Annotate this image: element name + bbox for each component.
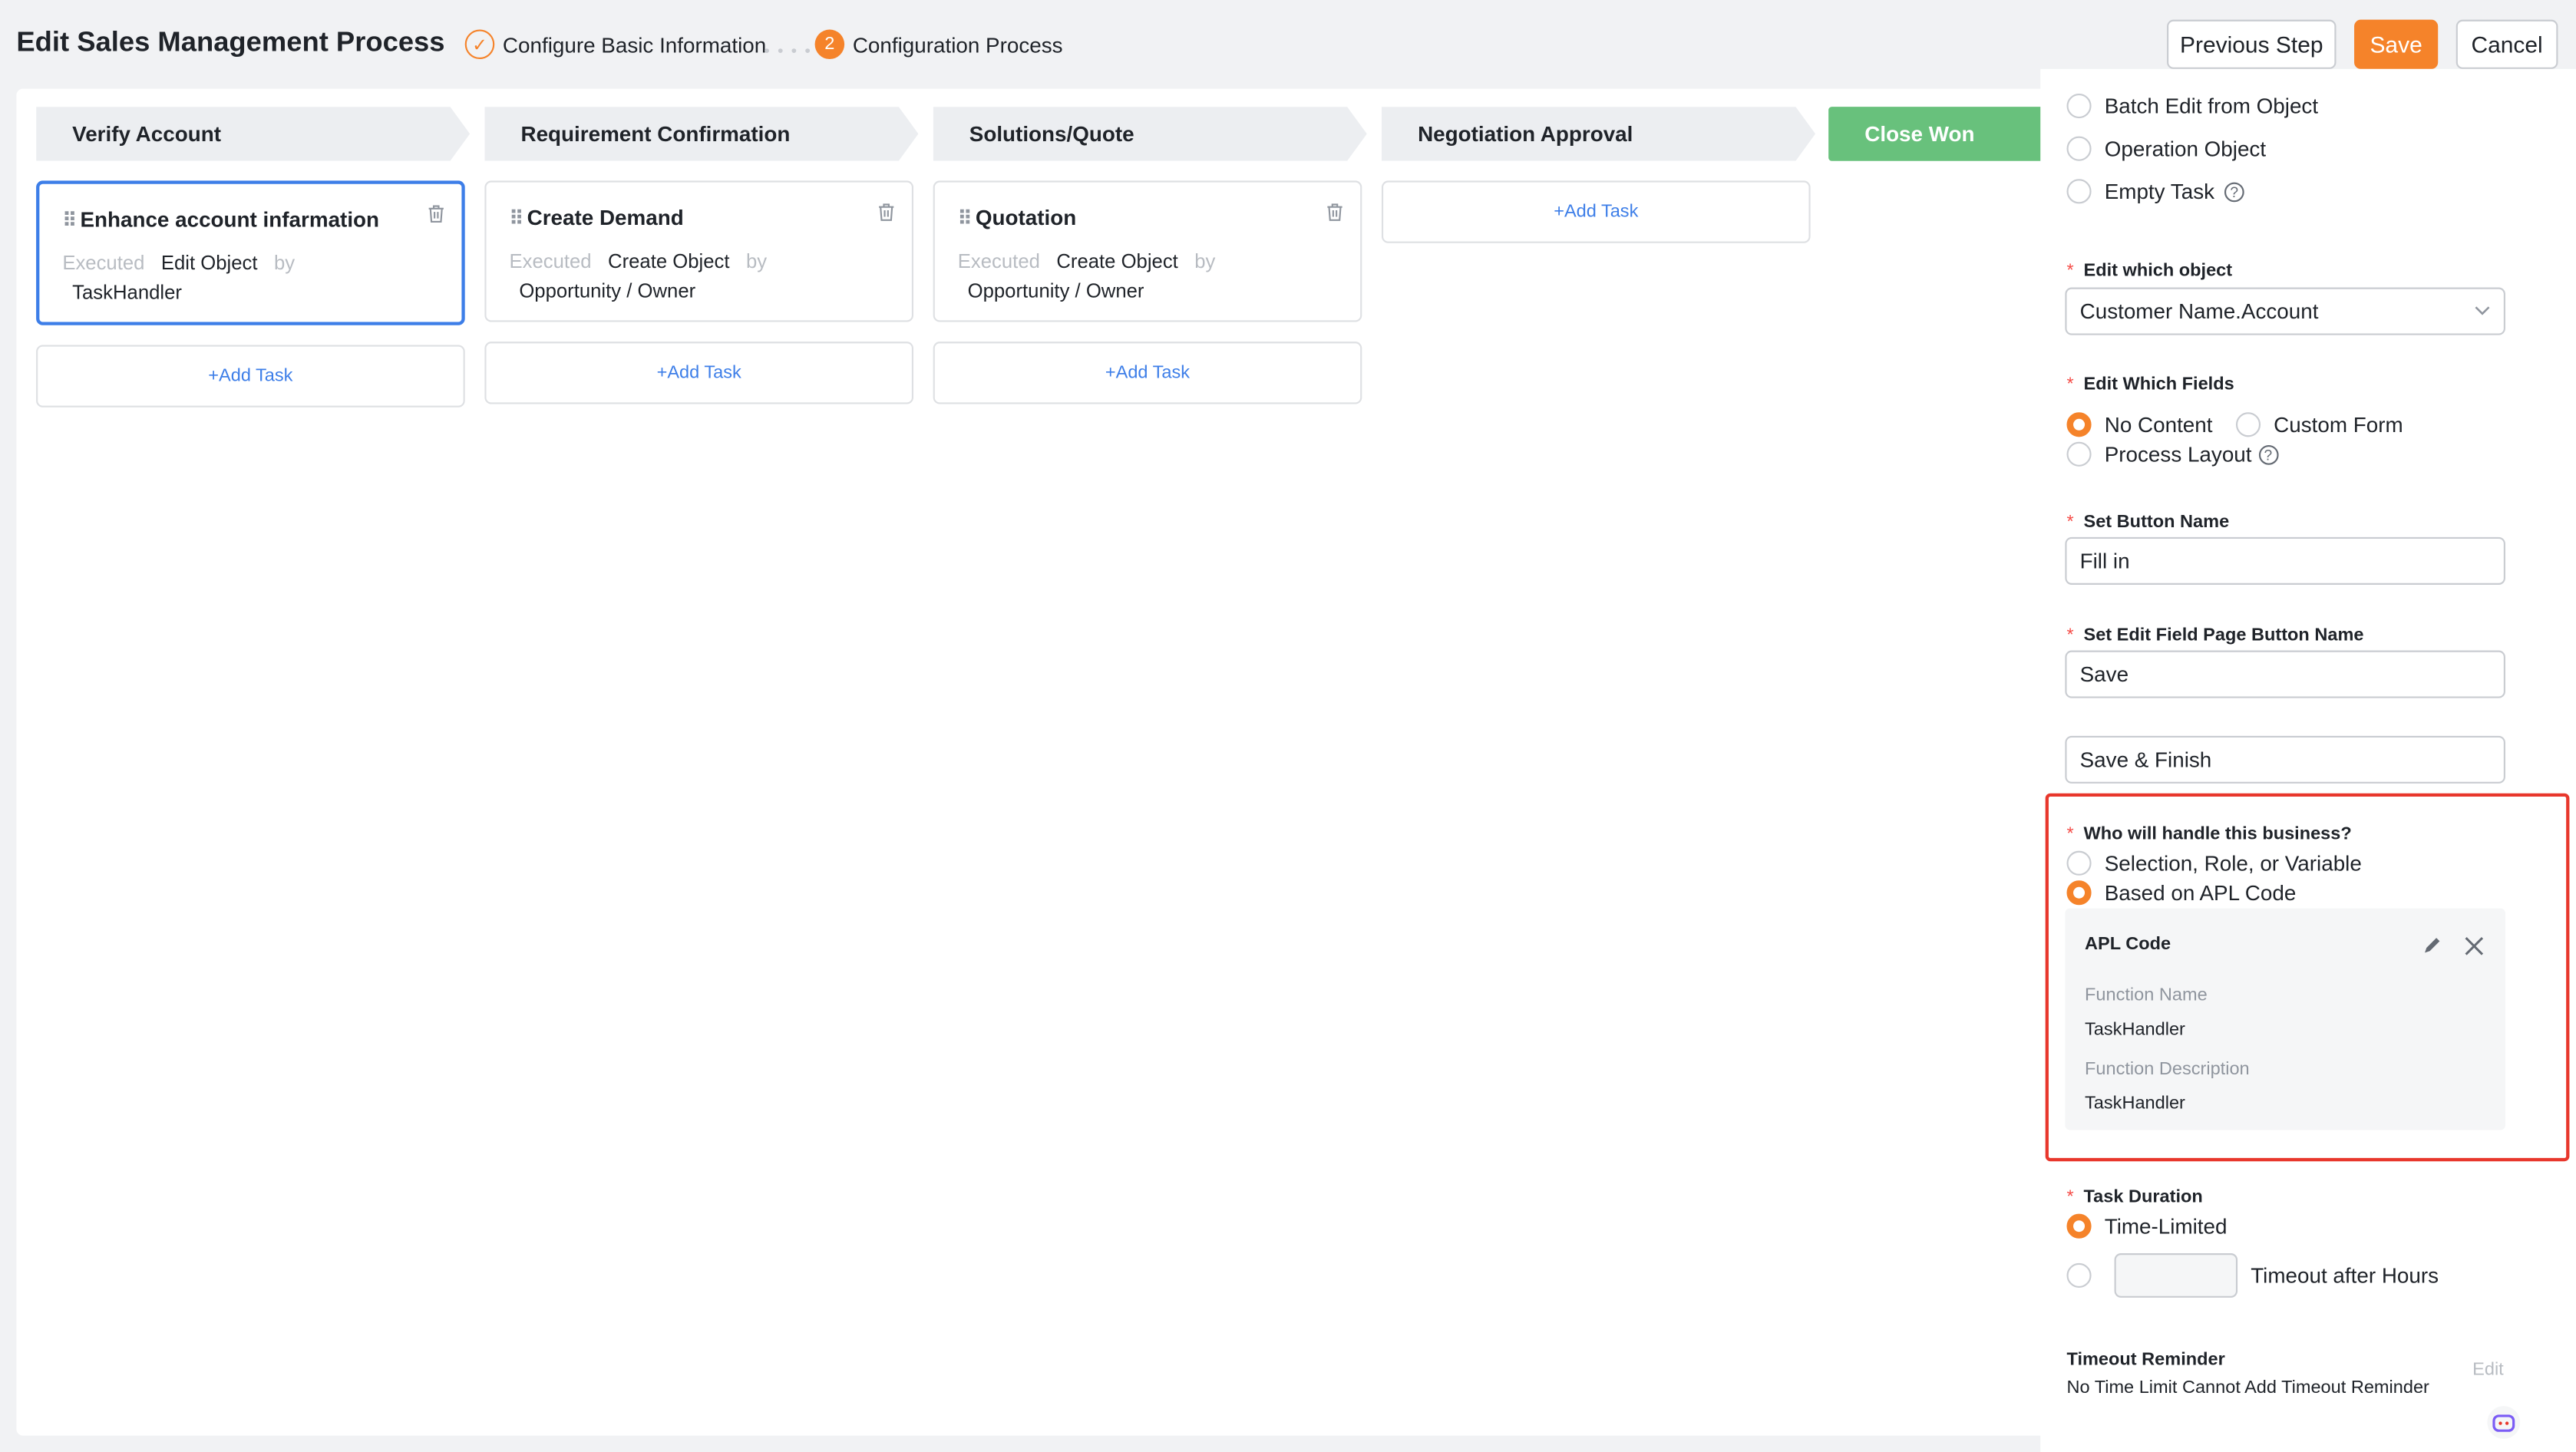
edit-page-button-label: * Set Edit Field Page Button Name: [2066, 625, 2364, 646]
task-type-empty-task[interactable]: Empty Task?: [2066, 179, 2244, 204]
radio[interactable]: [2235, 412, 2261, 437]
radio-selected[interactable]: [2066, 412, 2092, 437]
assistant-bot-icon[interactable]: [2485, 1404, 2522, 1440]
task-card-quotation[interactable]: ⠿ Quotation Executed Create Object by Op…: [933, 180, 1362, 322]
stage-solutions-quote[interactable]: Solutions/Quote: [933, 107, 1367, 161]
button-name-label: * Set Button Name: [2066, 512, 2230, 533]
timeout-reminder-label: Timeout Reminder: [2066, 1350, 2225, 1371]
stage-verify-account[interactable]: Verify Account: [36, 107, 470, 161]
task-meta: Executed Create Object by Opportunity / …: [957, 249, 1216, 302]
trash-icon[interactable]: [1326, 202, 1344, 222]
save-button[interactable]: Save: [2354, 19, 2439, 69]
task-handler: TaskHandler: [72, 280, 182, 304]
function-desc-label: Function Description: [2085, 1059, 2250, 1080]
function-name-value: TaskHandler: [2085, 1020, 2185, 1040]
add-task-button[interactable]: +Add Task: [1381, 180, 1811, 243]
app-root: Edit Sales Management Process ✓ Configur…: [0, 0, 2576, 1452]
task-handler: Opportunity / Owner: [519, 279, 696, 302]
task-card-create-demand[interactable]: ⠿ Create Demand Executed Create Object b…: [484, 180, 914, 322]
cancel-button[interactable]: Cancel: [2455, 19, 2558, 69]
page-title: Edit Sales Management Process: [16, 26, 445, 58]
edit-page-save-finish-input[interactable]: Save & Finish: [2065, 735, 2505, 784]
radio-selected[interactable]: [2066, 880, 2092, 906]
radio[interactable]: [2066, 136, 2092, 161]
duration-timeout-hours[interactable]: Timeout after Hours: [2066, 1253, 2439, 1298]
edit-pencil-icon[interactable]: [2422, 936, 2442, 956]
handler-selection-role[interactable]: Selection, Role, or Variable: [2066, 850, 2362, 876]
task-title-row: ⠿ Quotation: [958, 206, 1341, 230]
task-title-row: ⠿ Create Demand: [509, 206, 892, 230]
step-configuration-process[interactable]: 2 Configuration Process: [814, 29, 1063, 60]
task-card-enhance-account[interactable]: ⠿ Enhance account infarmation Executed E…: [36, 180, 465, 325]
handler-label: * Who will handle this business?: [2066, 824, 2352, 845]
edit-fields-label: * Edit Which Fields: [2066, 374, 2234, 394]
stage-close-won[interactable]: Close Won: [1828, 107, 2054, 161]
previous-step-button[interactable]: Previous Step: [2167, 19, 2337, 69]
task-config-panel: Batch Edit from Object Operation Object …: [2040, 68, 2576, 1452]
task-meta: Executed Edit Object by TaskHandler: [62, 251, 296, 304]
edit-fields-no-content[interactable]: No Content: [2066, 412, 2212, 437]
task-meta: Executed Create Object by Opportunity / …: [509, 249, 768, 302]
radio[interactable]: [2066, 441, 2092, 467]
trash-icon[interactable]: [877, 202, 896, 222]
timeout-reminder-edit[interactable]: Edit: [2472, 1360, 2504, 1380]
stage-requirement-confirmation[interactable]: Requirement Confirmation: [484, 107, 918, 161]
button-name-input[interactable]: Fill in: [2065, 536, 2505, 585]
handler-apl-code[interactable]: Based on APL Code: [2066, 880, 2296, 906]
help-icon[interactable]: ?: [2224, 181, 2244, 202]
close-icon[interactable]: [2464, 936, 2484, 956]
task-title: Create Demand: [527, 205, 684, 230]
drag-handle-icon[interactable]: ⠿: [62, 208, 77, 231]
task-title: Enhance account infarmation: [80, 206, 380, 232]
help-icon[interactable]: ?: [2258, 444, 2278, 464]
chevron-down-icon: [2475, 306, 2490, 315]
edit-fields-custom-form[interactable]: Custom Form: [2235, 412, 2403, 437]
duration-time-limited[interactable]: Time-Limited: [2066, 1213, 2228, 1239]
step-label: Configure Basic Information: [502, 31, 767, 57]
task-duration-label: * Task Duration: [2066, 1187, 2203, 1208]
radio[interactable]: [2066, 1262, 2092, 1288]
edit-page-save-input[interactable]: Save: [2065, 650, 2505, 698]
add-task-button[interactable]: +Add Task: [933, 342, 1362, 404]
radio-selected[interactable]: [2066, 1213, 2092, 1239]
step-configure-basic[interactable]: ✓ Configure Basic Information: [464, 29, 767, 60]
process-canvas: Verify Account Requirement Confirmation …: [16, 88, 2054, 1436]
task-type-batch-edit[interactable]: Batch Edit from Object: [2066, 93, 2318, 119]
apl-title: APL Code: [2085, 934, 2171, 955]
hours-input[interactable]: [2114, 1253, 2238, 1298]
apl-code-card: APL Code Function Name TaskHandler Funct…: [2065, 908, 2505, 1130]
function-desc-value: TaskHandler: [2085, 1094, 2185, 1114]
trash-icon[interactable]: [427, 203, 445, 223]
step-separator: • • • •: [764, 42, 813, 61]
add-task-button[interactable]: +Add Task: [36, 345, 465, 408]
drag-handle-icon[interactable]: ⠿: [958, 206, 973, 229]
timeout-reminder-text: No Time Limit Cannot Add Timeout Reminde…: [2066, 1378, 2429, 1398]
step-number: 2: [814, 29, 845, 60]
task-title-row: ⠿ Enhance account infarmation: [62, 207, 441, 232]
function-name-label: Function Name: [2085, 985, 2208, 1005]
step-label: Configuration Process: [852, 31, 1063, 57]
edit-object-select[interactable]: Customer Name.Account: [2065, 287, 2505, 335]
drag-handle-icon[interactable]: ⠿: [509, 206, 523, 229]
task-handler: Opportunity / Owner: [967, 279, 1144, 302]
task-type-operation-object[interactable]: Operation Object: [2066, 136, 2266, 161]
radio[interactable]: [2066, 179, 2092, 204]
stage-negotiation-approval[interactable]: Negotiation Approval: [1382, 107, 1815, 161]
add-task-button[interactable]: +Add Task: [484, 342, 914, 404]
radio[interactable]: [2066, 850, 2092, 876]
radio[interactable]: [2066, 93, 2092, 119]
edit-object-label: * Edit which object: [2066, 261, 2233, 281]
check-icon: ✓: [464, 29, 495, 60]
task-title: Quotation: [975, 205, 1077, 230]
edit-fields-process-layout[interactable]: Process Layout?: [2066, 441, 2278, 467]
